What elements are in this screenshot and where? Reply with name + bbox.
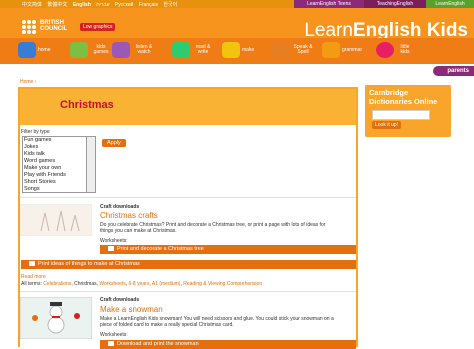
- item-type: Craft downloads: [100, 297, 140, 303]
- apply-button[interactable]: Apply: [102, 139, 126, 147]
- page-title: Christmas: [60, 99, 114, 111]
- look-it-up-button[interactable]: Look it up!: [372, 121, 402, 129]
- title-banner: Christmas: [20, 89, 356, 125]
- british-council-wordmark[interactable]: BRITISH COUNCIL: [40, 20, 67, 32]
- scissors-icon: [222, 42, 240, 58]
- worksheets-label: Worksheets:: [100, 238, 128, 244]
- item-title-link[interactable]: Make a snowman: [100, 305, 163, 314]
- term-link[interactable]: A1 (medium): [152, 281, 181, 287]
- download-link[interactable]: Print and decorate a Christmas tree: [100, 245, 356, 254]
- british-council-logo-icon[interactable]: [22, 20, 36, 34]
- term-link[interactable]: Reading & Viewing Comprehension: [183, 281, 262, 287]
- document-icon: [108, 246, 114, 252]
- nav-read-write[interactable]: read & write: [172, 40, 214, 60]
- christmas-crafts-thumbnail[interactable]: [20, 204, 92, 236]
- filter-option[interactable]: Make your own: [23, 165, 87, 172]
- download-link[interactable]: Download and print the snowman: [100, 340, 356, 349]
- house-icon: [18, 42, 36, 58]
- main-content: Christmas Filter by type Fun games Jokes…: [20, 89, 356, 349]
- document-icon: [108, 341, 114, 347]
- dictionary-search-input[interactable]: [372, 110, 430, 120]
- gamepad-icon: [70, 42, 88, 58]
- subbar: [0, 64, 474, 78]
- snowman-thumbnail[interactable]: [20, 297, 92, 339]
- filter-option[interactable]: Play with Friends: [23, 172, 87, 179]
- child-icon: [376, 42, 394, 58]
- nav-kids-games[interactable]: kids games: [70, 40, 112, 60]
- filter-label: Filter by type: [21, 129, 50, 135]
- site-header: BRITISH COUNCIL Low graphics LearnEnglis…: [0, 8, 474, 41]
- filter-option[interactable]: Kids talk: [23, 151, 87, 158]
- site-link-learnenglish[interactable]: LearnEnglish: [426, 0, 474, 8]
- parents-tab[interactable]: parents: [433, 66, 474, 76]
- snowman-icon: [32, 302, 80, 334]
- tree-sketch-icon: [40, 210, 80, 232]
- crown-icon: [322, 42, 340, 58]
- divider: [20, 197, 356, 198]
- filter-option[interactable]: Word games: [23, 158, 87, 165]
- filter-scrollbar[interactable]: [86, 136, 96, 193]
- main-panel: Christmas Filter by type Fun games Jokes…: [18, 87, 358, 349]
- filter-option[interactable]: Songs: [23, 186, 87, 193]
- speech-icon: [272, 42, 290, 58]
- item-title-link[interactable]: Christmas crafts: [100, 211, 158, 220]
- site-links: LearnEnglish Teens TeachingEnglish Learn…: [294, 0, 474, 8]
- terms-list: All terms: Celebrations, Christmas, Work…: [21, 281, 263, 287]
- top-bar: 中文简体 繁體中文 English עברית Русский Français…: [0, 0, 474, 8]
- breadcrumb[interactable]: Home ›: [20, 79, 36, 85]
- widget-title: Cambridge Dictionaries Online: [369, 88, 438, 106]
- low-graphics-button[interactable]: Low graphics: [80, 23, 116, 31]
- term-link[interactable]: Worksheets: [99, 281, 125, 287]
- read-more-link[interactable]: Read more: [21, 274, 46, 280]
- divider: [20, 291, 356, 292]
- pencil-icon: [172, 42, 190, 58]
- nav-speak-spell[interactable]: Speak & Spell: [272, 40, 314, 60]
- filter-option[interactable]: Short Stories: [23, 179, 87, 186]
- filter-section: Filter by type Fun games Jokes Kids talk…: [21, 129, 96, 193]
- item-description: Make a LearnEnglish Kids snowman! You wi…: [100, 316, 334, 328]
- language-list: 中文简体 繁體中文 English עברית Русский Français…: [22, 1, 181, 8]
- term-link[interactable]: 6-8 years: [128, 281, 149, 287]
- headphones-icon: [112, 42, 130, 58]
- filter-option[interactable]: Fun games: [23, 137, 87, 144]
- nav-home[interactable]: home: [18, 40, 51, 60]
- term-link[interactable]: Celebrations: [43, 281, 71, 287]
- cambridge-dictionary-widget: Cambridge Dictionaries Online Look it up…: [365, 85, 451, 137]
- nav-make[interactable]: make: [222, 40, 254, 60]
- filter-listbox[interactable]: Fun games Jokes Kids talk Word games Mak…: [22, 136, 96, 193]
- worksheets-label: Worksheets:: [100, 332, 128, 338]
- nav-grammar[interactable]: grammar: [322, 40, 362, 60]
- item-description: Do you celebrate Christmas? Print and de…: [100, 222, 326, 234]
- filter-option[interactable]: Jokes: [23, 144, 87, 151]
- site-link-teaching[interactable]: TeachingEnglish: [364, 0, 426, 8]
- item-type: Craft downloads: [100, 204, 140, 210]
- download-link[interactable]: Print ideas of things to make at Christm…: [21, 260, 356, 269]
- site-link-teens[interactable]: LearnEnglish Teens: [294, 0, 364, 8]
- main-nav: home kids games listen & watch read & wr…: [0, 38, 474, 66]
- nav-little-kids[interactable]: little kids: [376, 40, 414, 60]
- document-icon: [29, 261, 35, 267]
- nav-listen-watch[interactable]: listen & watch: [112, 40, 156, 60]
